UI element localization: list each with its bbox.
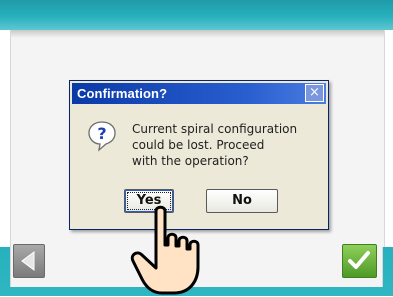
- device-frame: Confirmation? × ? Current spiral configu…: [0, 0, 393, 296]
- back-arrow-icon: [21, 251, 35, 271]
- svg-text:?: ?: [97, 124, 106, 143]
- back-button[interactable]: [13, 244, 45, 278]
- dialog-title: Confirmation?: [77, 86, 168, 101]
- no-button[interactable]: No: [206, 189, 278, 213]
- close-icon: ×: [309, 85, 320, 100]
- close-button[interactable]: ×: [305, 84, 324, 102]
- dialog-message: Current spiral configuration could be lo…: [132, 121, 322, 169]
- question-icon: ?: [88, 121, 116, 152]
- pointing-hand-icon: [130, 205, 200, 295]
- confirm-button[interactable]: [342, 244, 377, 278]
- checkmark-icon: [348, 251, 370, 269]
- top-bar: [0, 0, 393, 30]
- message-line: Current spiral configuration: [132, 122, 298, 136]
- no-button-label: No: [232, 193, 252, 208]
- message-line: could be lost. Proceed: [132, 138, 265, 152]
- dialog-titlebar: Confirmation? ×: [72, 83, 326, 104]
- message-line: with the operation?: [132, 154, 249, 168]
